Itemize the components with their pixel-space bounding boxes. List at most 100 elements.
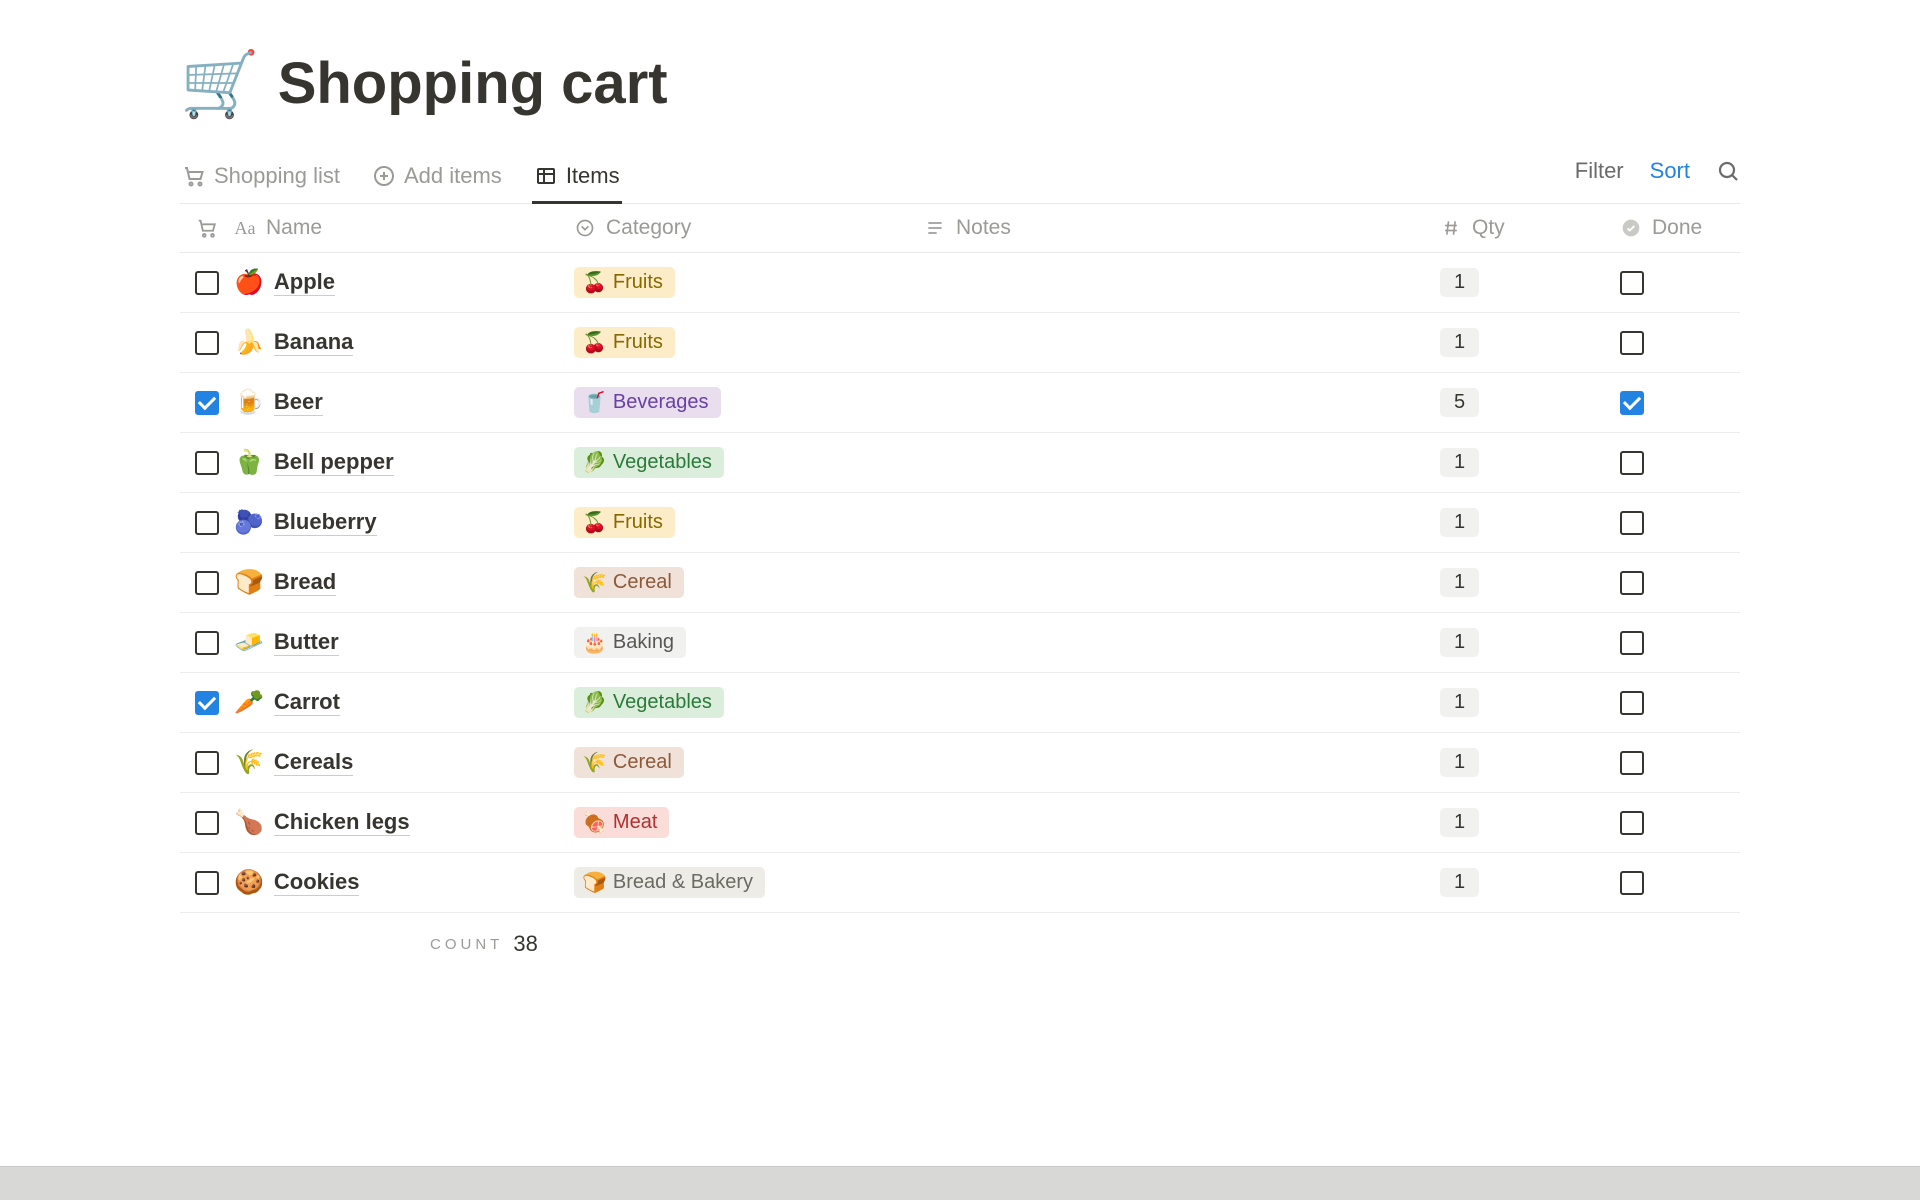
row-select-checkbox[interactable] <box>195 571 219 595</box>
category-tag[interactable]: 🥤Beverages <box>574 387 721 418</box>
category-tag[interactable]: 🎂Baking <box>574 627 686 658</box>
done-checkbox[interactable] <box>1620 871 1644 895</box>
tab-shopping-list[interactable]: Shopping list <box>180 153 342 203</box>
row-select-checkbox[interactable] <box>195 331 219 355</box>
qty-value[interactable]: 1 <box>1440 448 1479 477</box>
number-icon <box>1440 217 1462 239</box>
page-icon[interactable]: 🛒 <box>180 52 260 116</box>
column-name[interactable]: Name <box>266 216 322 240</box>
column-notes[interactable]: Notes <box>956 216 1011 240</box>
item-name[interactable]: 🍪Cookies <box>234 868 359 897</box>
table-row[interactable]: 🫐Blueberry 🍒Fruits 1 <box>180 493 1740 553</box>
category-tag[interactable]: 🍖 Meat <box>574 807 669 838</box>
row-select-checkbox[interactable] <box>195 631 219 655</box>
item-name[interactable]: 🥕Carrot <box>234 688 340 717</box>
category-tag[interactable]: 🍞Bread & Bakery <box>574 867 765 898</box>
item-name-text: Bell pepper <box>274 449 394 476</box>
row-select-checkbox[interactable] <box>195 751 219 775</box>
category-emoji: 🍒 <box>582 510 607 535</box>
row-select-checkbox[interactable] <box>195 811 219 835</box>
qty-value[interactable]: 1 <box>1440 568 1479 597</box>
category-tag[interactable]: 🍒Fruits <box>574 267 675 298</box>
category-emoji: 🥬 <box>582 450 607 475</box>
item-name-text: Cereals <box>274 749 354 776</box>
row-select-checkbox[interactable] <box>195 871 219 895</box>
item-name[interactable]: 🍗Chicken legs <box>234 808 410 837</box>
table-row[interactable]: 🍪Cookies 🍞Bread & Bakery 1 <box>180 853 1740 913</box>
table-row[interactable]: 🍎Apple 🍒Fruits 1 <box>180 253 1740 313</box>
qty-value[interactable]: 1 <box>1440 688 1479 717</box>
item-emoji: 🍗 <box>234 808 264 837</box>
table-row[interactable]: 🥕Carrot 🥬Vegetables 1 <box>180 673 1740 733</box>
row-select-checkbox[interactable] <box>195 511 219 535</box>
category-label: Fruits <box>613 271 663 294</box>
item-name[interactable]: 🍌Banana <box>234 328 353 357</box>
item-name[interactable]: 🌾Cereals <box>234 748 353 777</box>
table-row[interactable]: 🫑Bell pepper 🥬Vegetables 1 <box>180 433 1740 493</box>
category-emoji: 🥬 <box>582 690 607 715</box>
item-name[interactable]: 🍞Bread <box>234 568 336 597</box>
item-emoji: 🍪 <box>234 868 264 897</box>
category-label: Meat <box>613 811 657 834</box>
category-tag[interactable]: 🍒Fruits <box>574 507 675 538</box>
category-emoji: 🍖 <box>582 810 607 835</box>
done-checkbox[interactable] <box>1620 511 1644 535</box>
item-name-text: Bread <box>274 569 336 596</box>
table-row[interactable]: 🧈Butter 🎂Baking 1 <box>180 613 1740 673</box>
view-tabs: Shopping list Add items Items Filter Sort <box>180 153 1740 204</box>
done-checkbox[interactable] <box>1620 691 1644 715</box>
qty-value[interactable]: 1 <box>1440 748 1479 777</box>
table-row[interactable]: 🍗Chicken legs 🍖 Meat 1 <box>180 793 1740 853</box>
done-checkbox[interactable] <box>1620 751 1644 775</box>
row-select-checkbox[interactable] <box>195 691 219 715</box>
qty-value[interactable]: 1 <box>1440 268 1479 297</box>
category-tag[interactable]: 🥬Vegetables <box>574 687 724 718</box>
qty-value[interactable]: 1 <box>1440 508 1479 537</box>
table-row[interactable]: 🌾Cereals 🌾Cereal 1 <box>180 733 1740 793</box>
item-name-text: Blueberry <box>274 509 377 536</box>
notes-icon <box>924 217 946 239</box>
page-title[interactable]: Shopping cart <box>278 50 668 117</box>
sort-button[interactable]: Sort <box>1650 158 1690 184</box>
qty-value[interactable]: 5 <box>1440 388 1479 417</box>
qty-value[interactable]: 1 <box>1440 808 1479 837</box>
item-name[interactable]: 🫑Bell pepper <box>234 448 394 477</box>
table-icon <box>534 164 558 188</box>
tab-label: Add items <box>404 163 502 189</box>
tab-items[interactable]: Items <box>532 153 622 203</box>
category-label: Cereal <box>613 571 672 594</box>
row-select-checkbox[interactable] <box>195 271 219 295</box>
item-name[interactable]: 🍺Beer <box>234 388 323 417</box>
category-tag[interactable]: 🍒Fruits <box>574 327 675 358</box>
done-checkbox[interactable] <box>1620 811 1644 835</box>
item-name[interactable]: 🧈Butter <box>234 628 339 657</box>
table-row[interactable]: 🍞Bread 🌾Cereal 1 <box>180 553 1740 613</box>
qty-value[interactable]: 1 <box>1440 868 1479 897</box>
done-checkbox[interactable] <box>1620 631 1644 655</box>
done-checkbox[interactable] <box>1620 331 1644 355</box>
item-emoji: 🍺 <box>234 388 264 417</box>
item-name[interactable]: 🍎Apple <box>234 268 335 297</box>
done-checkbox[interactable] <box>1620 571 1644 595</box>
qty-value[interactable]: 1 <box>1440 628 1479 657</box>
item-name[interactable]: 🫐Blueberry <box>234 508 377 537</box>
category-tag[interactable]: 🌾Cereal <box>574 747 684 778</box>
column-qty[interactable]: Qty <box>1472 216 1505 240</box>
category-tag[interactable]: 🥬Vegetables <box>574 447 724 478</box>
row-select-checkbox[interactable] <box>195 391 219 415</box>
tab-add-items[interactable]: Add items <box>370 153 504 203</box>
row-select-checkbox[interactable] <box>195 451 219 475</box>
column-done[interactable]: Done <box>1652 216 1702 240</box>
table-row[interactable]: 🍌Banana 🍒Fruits 1 <box>180 313 1740 373</box>
done-checkbox[interactable] <box>1620 391 1644 415</box>
table-row[interactable]: 🍺Beer 🥤Beverages 5 <box>180 373 1740 433</box>
filter-button[interactable]: Filter <box>1575 158 1624 184</box>
done-checkbox[interactable] <box>1620 451 1644 475</box>
search-icon[interactable] <box>1716 159 1740 183</box>
qty-value[interactable]: 1 <box>1440 328 1479 357</box>
tab-label: Shopping list <box>214 163 340 189</box>
category-label: Bread & Bakery <box>613 871 753 894</box>
category-tag[interactable]: 🌾Cereal <box>574 567 684 598</box>
done-checkbox[interactable] <box>1620 271 1644 295</box>
column-category[interactable]: Category <box>606 216 691 240</box>
